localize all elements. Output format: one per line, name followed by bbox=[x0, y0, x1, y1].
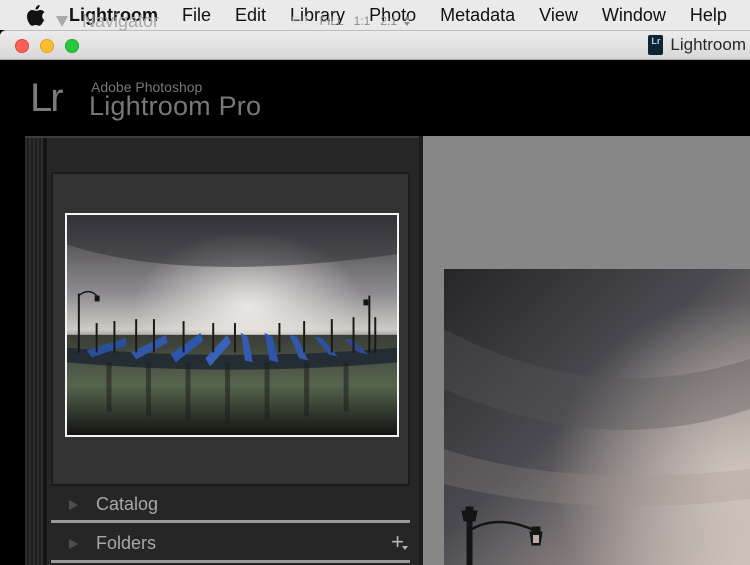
catalog-panel-header[interactable]: Catalog bbox=[51, 488, 410, 521]
lightroom-logo: Lr bbox=[30, 76, 64, 120]
brand-line-2: Lightroom Pro bbox=[89, 91, 262, 121]
close-window-button[interactable] bbox=[15, 39, 29, 53]
section-divider bbox=[51, 520, 410, 523]
navigator-title: Navigator bbox=[82, 10, 160, 31]
zoom-stepper-icon[interactable] bbox=[404, 16, 410, 26]
window-title: Lr Lightroom bbox=[648, 35, 746, 55]
navigator-thumbnail[interactable] bbox=[65, 213, 399, 437]
dropdown-triangle-icon[interactable] bbox=[402, 546, 408, 550]
minimize-window-button[interactable] bbox=[40, 39, 54, 53]
identity-plate: Lr Adobe Photoshop Lightroom Pro bbox=[0, 60, 750, 136]
zoom-fill[interactable]: FILL bbox=[320, 14, 344, 28]
folders-title: Folders bbox=[96, 533, 157, 553]
section-divider bbox=[51, 560, 410, 563]
main-image-canvas[interactable] bbox=[423, 136, 750, 565]
zoom-options: FIT FILL 1:1 2:1 bbox=[292, 14, 410, 28]
expand-triangle-icon[interactable] bbox=[69, 499, 78, 510]
menu-window[interactable]: Window bbox=[602, 5, 666, 26]
lightroom-document-icon: Lr bbox=[648, 35, 664, 55]
zoom-fit[interactable]: FIT bbox=[292, 14, 310, 28]
zoom-window-button[interactable] bbox=[65, 39, 79, 53]
zoom-1-1[interactable]: 1:1 bbox=[354, 14, 371, 28]
window-title-text: Lightroom bbox=[670, 35, 746, 54]
disclosure-triangle-icon[interactable] bbox=[56, 15, 68, 27]
navigator-header[interactable]: Navigator FIT FILL 1:1 2:1 bbox=[40, 4, 412, 38]
menu-help[interactable]: Help bbox=[690, 5, 727, 26]
panel-separator bbox=[43, 138, 47, 565]
main-photo[interactable] bbox=[444, 269, 750, 565]
panel-collapse-strip[interactable] bbox=[25, 138, 43, 565]
folders-panel-header[interactable]: Folders + bbox=[51, 527, 410, 560]
menu-metadata[interactable]: Metadata bbox=[440, 5, 515, 26]
navigator-preview[interactable] bbox=[51, 172, 410, 486]
catalog-title: Catalog bbox=[96, 494, 159, 514]
menu-view[interactable]: View bbox=[539, 5, 578, 26]
zoom-2-1[interactable]: 2:1 bbox=[380, 14, 397, 28]
expand-triangle-icon[interactable] bbox=[69, 538, 78, 549]
